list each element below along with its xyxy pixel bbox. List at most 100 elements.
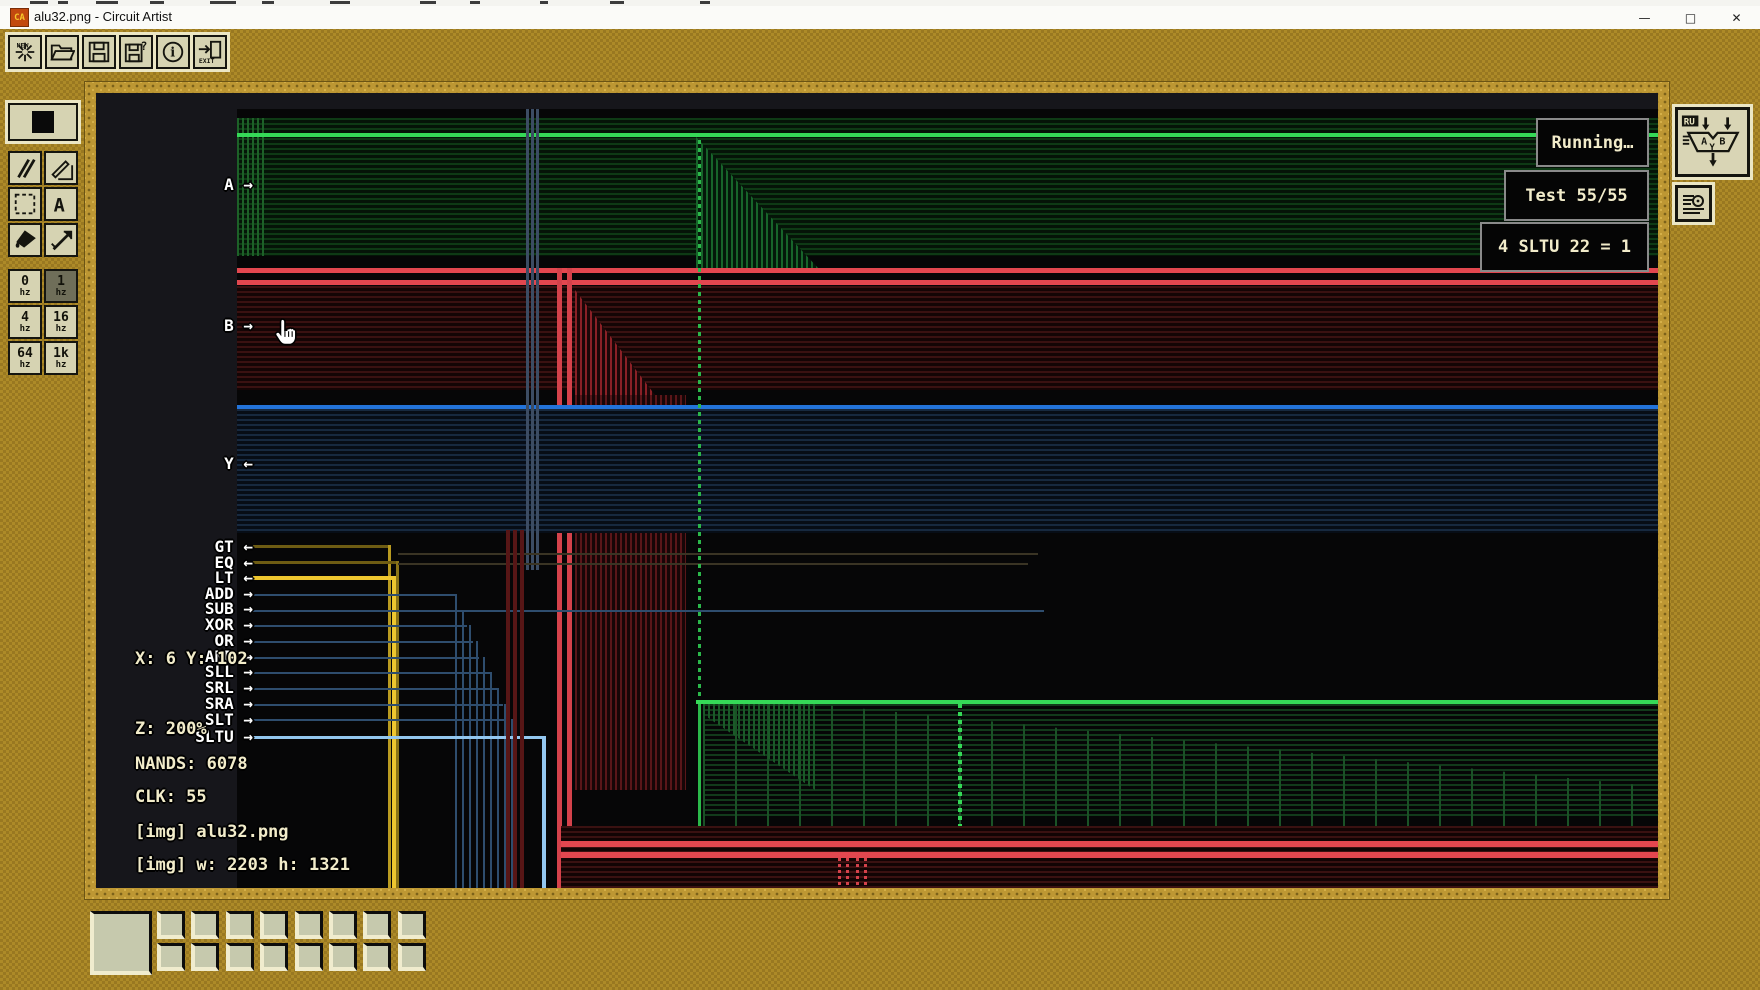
palette-slot[interactable]	[329, 911, 357, 939]
svg-text:A: A	[54, 195, 65, 216]
background-sliver-mark	[30, 1, 48, 4]
palette-slot[interactable]	[398, 943, 426, 971]
simulation-status: Running…	[1536, 118, 1649, 167]
circuit-trace	[698, 140, 701, 700]
palette-slot[interactable]	[363, 911, 391, 939]
palette-slot[interactable]	[226, 911, 254, 939]
clock-1khz-button[interactable]: 1khz	[44, 341, 78, 375]
maximize-button[interactable]: □	[1668, 6, 1713, 29]
color-swatch-button[interactable]	[8, 103, 78, 141]
save-as-icon: ?	[123, 39, 149, 65]
circuit-trace	[253, 719, 509, 721]
inspect-button[interactable]	[1675, 185, 1712, 222]
cursor-position: X: 6 Y: 102	[135, 649, 248, 669]
brush-icon	[12, 155, 38, 181]
palette-slot[interactable]	[295, 911, 323, 939]
clock-speed-grid: 0hz1hz4hz16hz64hz1khz	[8, 269, 78, 375]
port-label-b: B →	[96, 316, 253, 335]
palette-slot[interactable]	[363, 943, 391, 971]
image-name: [img] alu32.png	[135, 822, 289, 842]
svg-text:A: A	[1701, 137, 1707, 148]
toolbar-save-button[interactable]	[82, 35, 116, 69]
pencil-line-icon	[48, 155, 74, 181]
palette-slot-large[interactable]	[90, 911, 152, 975]
clock-16hz-button[interactable]: 16hz	[44, 305, 78, 339]
circuit-trace	[536, 109, 539, 570]
circuit-image[interactable]	[237, 109, 1658, 888]
palette-slot[interactable]	[157, 943, 185, 971]
circuit-canvas[interactable]: A →B →Y ←GT ←EQ ←LT ←ADD →SUB →XOR →OR →…	[96, 93, 1658, 888]
clock-4hz-button[interactable]: 4hz	[8, 305, 42, 339]
circuit-trace	[253, 657, 479, 659]
test-progress: Test 55/55	[1504, 170, 1649, 221]
svg-text:?: ?	[141, 40, 148, 53]
circuit-trace	[469, 625, 471, 888]
title-bar: CA alu32.png - Circuit Artist — □ ✕	[0, 6, 1760, 29]
toolbar-info-button[interactable]: i	[156, 35, 190, 69]
circuit-trace	[531, 109, 534, 570]
current-color-swatch	[32, 111, 54, 133]
circuit-trace	[483, 657, 485, 888]
circuit-trace	[253, 576, 393, 580]
circuit-trace	[520, 530, 524, 888]
palette-slot[interactable]	[191, 911, 219, 939]
svg-text:EXIT: EXIT	[199, 57, 215, 65]
circuit-trace	[253, 672, 491, 674]
palette-slot[interactable]	[260, 943, 288, 971]
tool-brush-button[interactable]	[8, 151, 42, 185]
background-sliver-mark	[420, 1, 436, 4]
palette-slot[interactable]	[157, 911, 185, 939]
clock-0hz-button[interactable]: 0hz	[8, 269, 42, 303]
run-tests-icon: RU A B Y	[1681, 113, 1745, 171]
toolbar-open-button[interactable]	[45, 35, 79, 69]
text-icon: A	[48, 191, 74, 217]
tool-select-button[interactable]	[8, 187, 42, 221]
toolbar-save-as-button[interactable]: ?	[119, 35, 153, 69]
inspect-icon	[1680, 190, 1707, 217]
circuit-trace	[455, 594, 457, 888]
exit-icon: EXIT	[197, 39, 223, 65]
svg-text:Y: Y	[1709, 143, 1715, 153]
circuit-trace	[846, 858, 849, 888]
toolbar-exit-button[interactable]: EXIT	[193, 35, 227, 69]
circuit-trace	[506, 530, 510, 888]
port-label-y: Y ←	[96, 454, 253, 473]
circuit-trace	[462, 610, 464, 888]
circuit-trace	[567, 268, 572, 888]
palette-slot[interactable]	[226, 943, 254, 971]
circuit-trace	[513, 530, 517, 888]
circuit-trace	[557, 268, 562, 888]
window-title: alu32.png - Circuit Artist	[34, 9, 172, 24]
palette-slot[interactable]	[191, 943, 219, 971]
run-tests-button[interactable]: RU A B Y	[1675, 107, 1750, 177]
palette-slot[interactable]	[295, 943, 323, 971]
palette-slot[interactable]	[329, 943, 357, 971]
circuit-trace	[237, 268, 1658, 273]
tool-panel: A 0hz1hz4hz16hz64hz1khz	[8, 103, 78, 375]
new-file-icon: NEW	[12, 39, 38, 65]
nand-count: NANDS: 6078	[135, 754, 248, 774]
circuit-trace	[237, 280, 1658, 285]
close-button[interactable]: ✕	[1714, 6, 1759, 29]
selection-icon	[12, 191, 38, 217]
palette-slot[interactable]	[398, 911, 426, 939]
tool-text-button[interactable]: A	[44, 187, 78, 221]
tool-line-button[interactable]	[44, 151, 78, 185]
clock-1hz-button[interactable]: 1hz	[44, 269, 78, 303]
palette-slot[interactable]	[260, 911, 288, 939]
toolbar-new-button[interactable]: NEW	[8, 35, 42, 69]
svg-text:NEW: NEW	[17, 41, 29, 49]
circuit-trace	[476, 641, 478, 888]
clock-count: CLK: 55	[135, 787, 207, 807]
background-sliver-mark	[610, 1, 624, 4]
clock-64hz-button[interactable]: 64hz	[8, 341, 42, 375]
background-sliver-mark	[700, 1, 710, 4]
circuit-trace	[253, 704, 503, 706]
circuit-trace	[856, 858, 859, 888]
tool-fill-button[interactable]	[8, 223, 42, 257]
circuit-trace	[542, 736, 546, 888]
minimize-button[interactable]: —	[1622, 6, 1667, 29]
fill-icon	[12, 227, 38, 253]
save-icon	[86, 39, 112, 65]
tool-picker-button[interactable]	[44, 223, 78, 257]
